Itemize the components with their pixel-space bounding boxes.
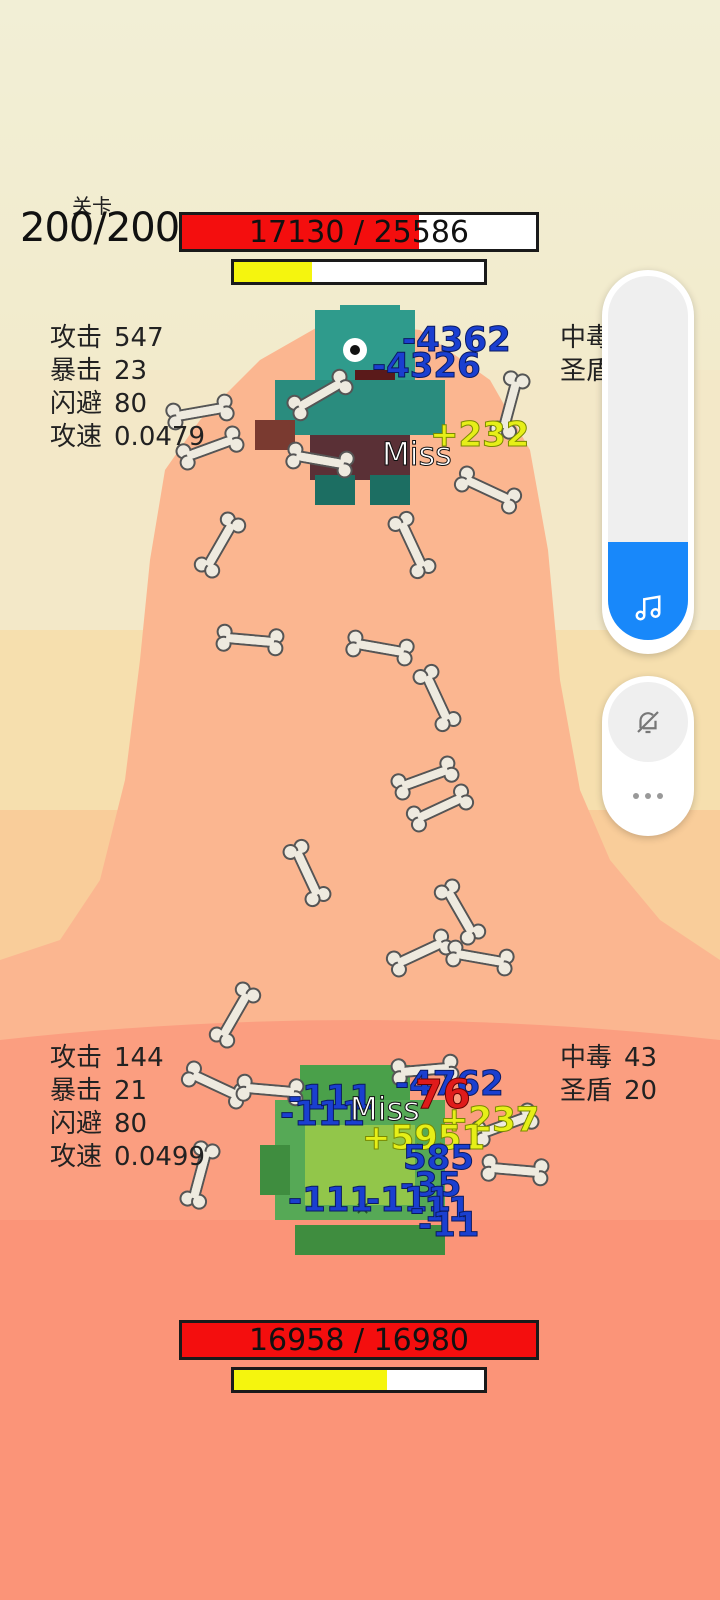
stat-row: 暴击 23	[50, 356, 148, 386]
enemy-energy-fill	[234, 262, 312, 282]
quick-actions-panel	[602, 676, 694, 836]
bell-off-icon[interactable]	[608, 682, 688, 762]
enemy-hp-bar: 17130 / 25586	[179, 212, 539, 252]
stat-row: 闪避 80	[50, 1109, 148, 1139]
more-dots-icon[interactable]	[608, 776, 688, 816]
enemy-energy-bar	[231, 259, 487, 285]
damage-number: -11	[417, 1205, 480, 1246]
level-counter: 200/200	[20, 205, 180, 251]
player-stats: 攻击 144 暴击 21 闪避 80 攻速 0.0499	[50, 1042, 205, 1174]
enemy-hp-text: 17130 / 25586	[248, 214, 470, 250]
player-energy-fill	[234, 1370, 387, 1390]
stat-row: 暴击 21	[50, 1076, 148, 1106]
stat-row: 攻击 547	[50, 323, 164, 353]
stat-row: 攻击 144	[50, 1043, 164, 1073]
volume-panel[interactable]	[602, 270, 694, 654]
enemy-stats: 攻击 547 暴击 23 闪避 80 攻速 0.0479	[50, 322, 205, 454]
volume-slider[interactable]	[608, 276, 688, 640]
damage-number: -4326	[372, 346, 482, 387]
stat-row: 攻速 0.0499	[50, 1142, 205, 1172]
effect-row: 圣盾 20	[560, 1076, 658, 1106]
miss-text: Miss	[382, 435, 453, 474]
damage-number: -111	[287, 1180, 374, 1221]
effect-row: 中毒 43	[560, 1043, 658, 1073]
stat-row: 攻速 0.0479	[50, 422, 205, 452]
player-effects: 中毒 43 圣盾 20	[560, 1042, 657, 1108]
player-hp-text: 16958 / 16980	[248, 1322, 470, 1358]
player-energy-bar	[231, 1367, 487, 1393]
player-hp-bar: 16958 / 16980	[179, 1320, 539, 1360]
stat-row: 闪避 80	[50, 389, 148, 419]
music-note-icon[interactable]	[628, 588, 668, 628]
